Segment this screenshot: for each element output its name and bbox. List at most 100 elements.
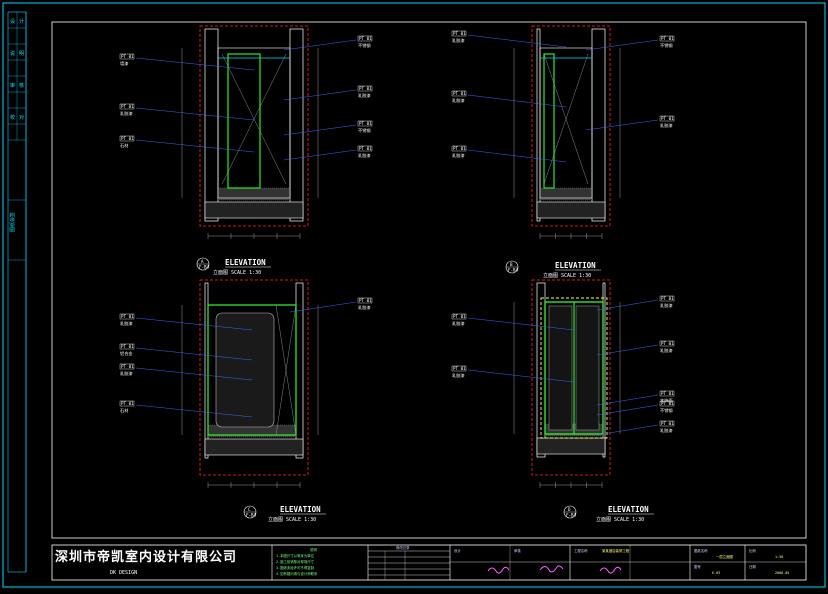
tag-text: 乳胶漆 <box>452 372 465 379</box>
door-leaf-left <box>548 305 573 431</box>
tag-text: 乳胶漆 <box>452 37 465 44</box>
elevation-a: PT 01墙漆PT 01乳胶漆PT 01石材PT 01不锈钢PT 01乳胶漆PT… <box>119 25 373 276</box>
opening <box>217 47 291 199</box>
right-wall <box>591 28 606 222</box>
leader-line <box>585 119 659 131</box>
tag-text: 乳胶漆 <box>660 427 673 434</box>
tag-code: PT 01 <box>453 146 466 151</box>
tag-text: 石材 <box>120 142 128 149</box>
title-block: 深圳市帝凯室内设计有限公司 DK DESIGN 说明 1.本图尺寸以毫米为单位 … <box>51 544 807 581</box>
floor-slab <box>536 201 606 219</box>
cad-drawing: 设 计 说 明 审 核 校 对 图纸会签 PT 01墙漆PT 01乳胶漆PT 0… <box>2 2 826 588</box>
tag-code: PT 01 <box>453 366 466 371</box>
floor-slab <box>204 438 304 456</box>
sheet-border <box>2 2 826 588</box>
leader-line <box>135 107 255 121</box>
leader-line <box>283 124 357 136</box>
side-cell-5: 核 <box>19 82 24 89</box>
tag-text: 墙漆 <box>120 60 128 67</box>
project-label: 工程名称 <box>574 548 588 553</box>
scale-value: 1:30 <box>775 555 783 559</box>
tag-code: PT 01 <box>359 146 372 151</box>
sheet-value: E-03 <box>712 571 720 575</box>
tag-text: 乳胶漆 <box>452 320 465 327</box>
left-wall <box>536 28 541 222</box>
elevation-b: PT 01乳胶漆PT 01乳胶漆PT 01乳胶漆PT 01不锈钢PT 01乳胶漆… <box>451 25 675 279</box>
elevation-scale: 立面图 SCALE 1:30 <box>543 272 591 279</box>
tag-text: 乳胶漆 <box>120 370 133 377</box>
left-wall <box>204 28 219 222</box>
tag-code: PT 01 <box>121 364 134 369</box>
inner-panel <box>215 312 275 428</box>
floor-slab <box>204 201 304 219</box>
marker-ref: F-B4 <box>246 513 257 518</box>
marker-ref: F-B4 <box>566 513 577 518</box>
tag-code: PT 01 <box>359 298 372 303</box>
tag-text: 乳胶漆 <box>452 97 465 104</box>
tag-code: PT 01 <box>453 31 466 36</box>
tag-text: 乳胶漆 <box>452 152 465 159</box>
elevation-scale: 立面图 SCALE 1:30 <box>213 269 261 276</box>
signature-2 <box>539 565 564 573</box>
tag-code: PT 01 <box>359 36 372 41</box>
company-name-en: DK DESIGN <box>110 570 137 576</box>
marker-ref: F-B4 <box>199 265 210 270</box>
cad-viewport[interactable]: 设 计 说 明 审 核 校 对 图纸会签 PT 01 墙漆 PT 01 乳胶漆 PT 0… <box>0 0 828 590</box>
leader-line <box>467 94 567 108</box>
tag-code: PT 01 <box>359 121 372 126</box>
elevation-title: ELEVATION <box>608 505 649 514</box>
leader-line <box>283 149 357 161</box>
elevation-title: ELEVATION <box>225 258 266 267</box>
leader-line <box>467 149 567 163</box>
notes-line-0: 1.本图尺寸以毫米为单位 <box>276 553 315 558</box>
date-value: 2008.05 <box>775 571 789 575</box>
leader-line <box>283 39 357 51</box>
tag-code: PT 01 <box>121 314 134 319</box>
tag-text: 不锈钢 <box>660 42 673 49</box>
company-name-cn: 深圳市帝凯室内设计有限公司 <box>55 549 237 565</box>
side-cell-7: 对 <box>19 114 24 121</box>
side-bottom-label: 图纸会签 <box>9 212 16 232</box>
tag-text: 乳胶漆 <box>660 122 673 129</box>
tag-code: PT 01 <box>121 344 134 349</box>
notes-head: 说明 <box>310 547 317 552</box>
leader-line <box>596 344 659 356</box>
tag-code: PT 01 <box>661 391 674 396</box>
marker-id: B <box>510 262 513 267</box>
tag-code: PT 01 <box>121 401 134 406</box>
notes-line-1: 2.施工前请核对现场尺寸 <box>276 559 315 564</box>
tag-text: 乳胶漆 <box>358 152 371 159</box>
tag-text: 铝合金 <box>120 350 133 357</box>
leader-line <box>289 301 357 313</box>
drawing-label: 图纸名称 <box>694 548 708 553</box>
tag-code: PT 01 <box>661 36 674 41</box>
right-wall <box>289 28 304 222</box>
tag-text: 乳胶漆 <box>660 347 673 354</box>
elevation-scale: 立面图 SCALE 1:30 <box>596 516 644 523</box>
drawing-frame <box>51 21 807 539</box>
right-wall <box>295 282 304 459</box>
door-leaf-right <box>575 305 600 431</box>
notes-line-2: 3.图纸未经许可不得复制 <box>276 565 315 570</box>
elevation-c: PT 01乳胶漆PT 01铝合金PT 01乳胶漆PT 01石材PT 01乳胶漆C… <box>119 279 373 523</box>
leader-line <box>467 34 567 48</box>
tag-code: PT 01 <box>661 116 674 121</box>
marker-ref: F-B4 <box>508 268 519 273</box>
tag-text: 乳胶漆 <box>120 110 133 117</box>
tag-text: 不锈钢 <box>358 42 371 49</box>
side-strip: 设 计 说 明 审 核 校 对 图纸会签 <box>7 11 27 573</box>
project-name: 某某酒店装修工程 <box>602 548 630 553</box>
side-cell-3: 明 <box>19 51 24 57</box>
side-cell-0: 设 <box>10 18 15 25</box>
signature-1 <box>487 566 510 574</box>
tag-text: 乳胶漆 <box>660 302 673 309</box>
scale-label: 比例 <box>749 548 756 553</box>
leader-line <box>283 89 357 101</box>
leader-line <box>585 39 659 51</box>
marker-id: C <box>248 507 251 512</box>
leader-line <box>596 299 659 311</box>
tag-code: PT 01 <box>661 341 674 346</box>
floor-slab <box>536 437 606 455</box>
side-cell-1: 计 <box>19 18 24 25</box>
tag-text: 不锈钢 <box>358 127 371 134</box>
